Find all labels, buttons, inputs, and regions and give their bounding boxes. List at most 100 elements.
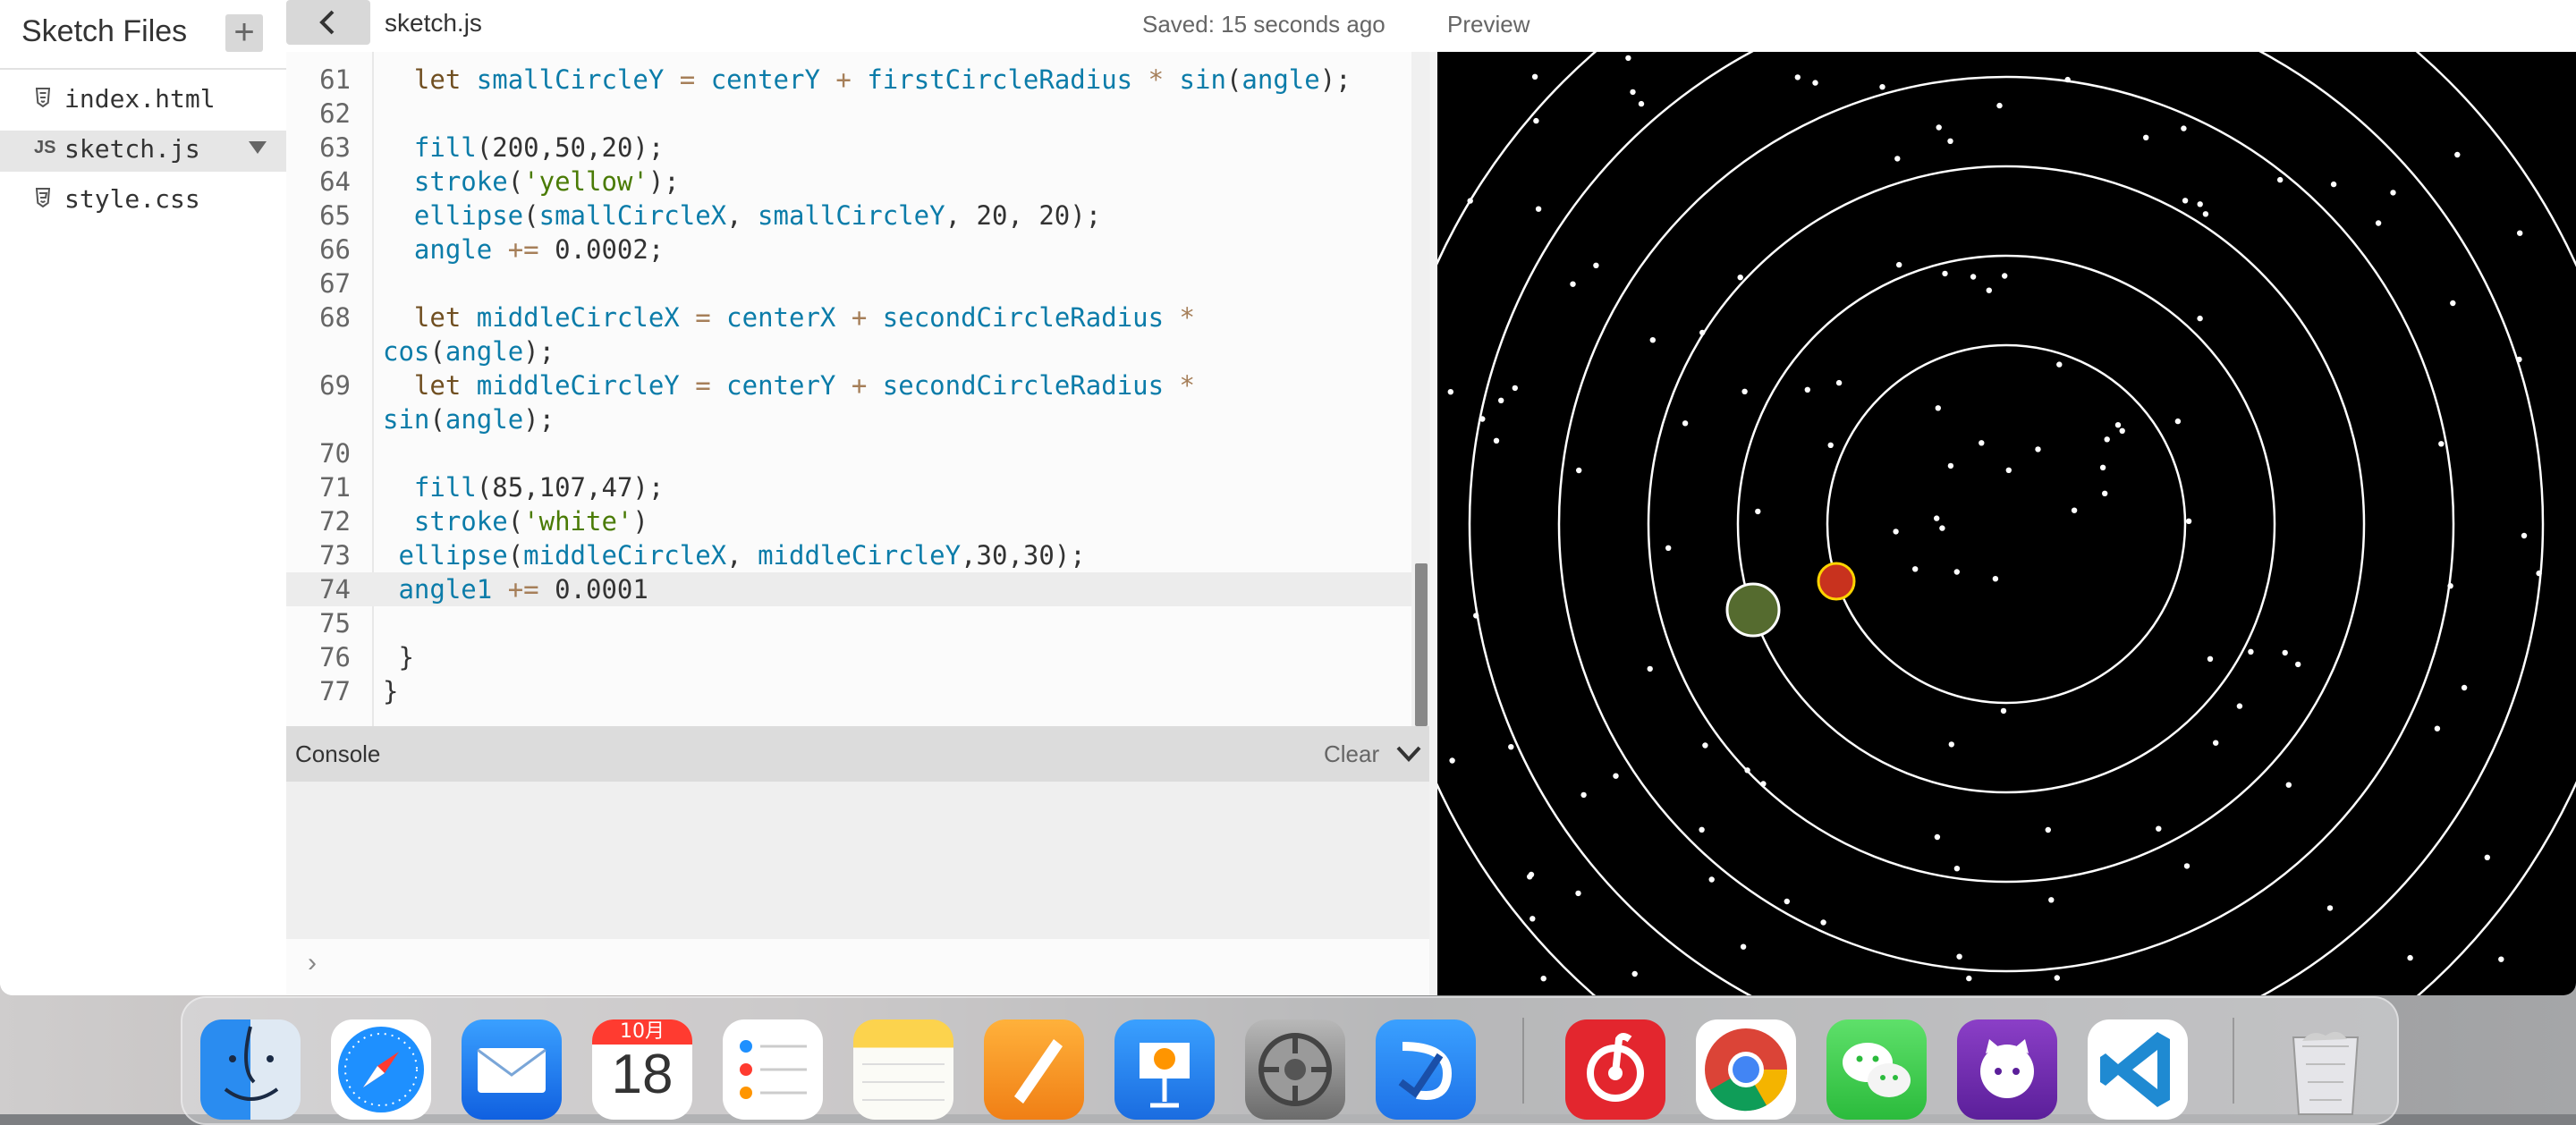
- star: [1737, 275, 1743, 281]
- code-line[interactable]: 73 ellipse(middleCircleX, middleCircleY,…: [286, 538, 1411, 572]
- orbit-ring: [1557, 75, 2455, 973]
- lark-icon[interactable]: [1376, 1019, 1476, 1120]
- star: [2330, 181, 2337, 188]
- collapse-sidebar-button[interactable]: [286, 0, 370, 45]
- reminders-icon[interactable]: [723, 1019, 823, 1120]
- line-number: 65: [319, 200, 351, 231]
- code-text: angle1 += 0.0001: [398, 574, 648, 605]
- pages-icon[interactable]: [984, 1019, 1084, 1120]
- code-line[interactable]: 70: [286, 436, 1411, 470]
- macos-dock: 10月 18: [181, 996, 2399, 1125]
- line-number: 70: [319, 438, 351, 469]
- star: [1630, 89, 1636, 96]
- code-line[interactable]: 61 let smallCircleY = centerY + firstCir…: [286, 63, 1411, 97]
- trash-icon[interactable]: [2275, 1019, 2376, 1120]
- star: [2450, 300, 2456, 307]
- red-planet: [1817, 562, 1856, 601]
- dock-separator: [2233, 1018, 2234, 1104]
- line-number: 72: [319, 506, 351, 537]
- console-clear-button[interactable]: Clear: [1324, 740, 1379, 768]
- code-text: ellipse(middleCircleX, middleCircleY,30,…: [398, 540, 1086, 571]
- code-line[interactable]: 68 let middleCircleX = centerX + secondC…: [286, 300, 1411, 334]
- line-number: 74: [319, 574, 351, 605]
- star: [1956, 953, 1962, 960]
- preview-label: Preview: [1447, 11, 1530, 38]
- file-options-dropdown-icon[interactable]: [249, 141, 267, 154]
- star: [1593, 262, 1599, 268]
- file-item-style-css[interactable]: style.css: [0, 181, 286, 222]
- add-file-button[interactable]: +: [225, 14, 263, 52]
- code-line[interactable]: cos(angle);: [286, 334, 1411, 368]
- star: [1934, 833, 1941, 841]
- star: [1508, 744, 1514, 750]
- code-line[interactable]: 63 fill(200,50,20);: [286, 131, 1411, 165]
- file-item-sketch-js[interactable]: JS sketch.js: [0, 131, 286, 172]
- code-text: sin(angle);: [383, 404, 555, 435]
- line-number: 66: [319, 234, 351, 265]
- green-planet: [1725, 582, 1781, 638]
- chevron-down-icon[interactable]: [1395, 744, 1422, 764]
- chrome-icon[interactable]: [1696, 1019, 1796, 1120]
- star: [1665, 545, 1672, 551]
- star: [1702, 742, 1708, 749]
- system-settings-icon[interactable]: [1245, 1019, 1345, 1120]
- star: [1794, 74, 1801, 80]
- star: [2277, 176, 2284, 183]
- console-output: [286, 782, 1429, 939]
- star: [1631, 970, 1638, 977]
- star: [1942, 270, 1948, 277]
- star: [1570, 281, 1576, 287]
- css3-icon: [35, 188, 51, 208]
- star: [2143, 134, 2149, 140]
- code-line[interactable]: 66 angle += 0.0002;: [286, 233, 1411, 266]
- star: [1741, 388, 1748, 394]
- code-line[interactable]: 77}: [286, 674, 1411, 708]
- code-line[interactable]: 67: [286, 266, 1411, 300]
- star: [1953, 569, 1960, 575]
- line-number: 69: [319, 370, 351, 401]
- console-input[interactable]: ›: [286, 939, 1429, 995]
- star: [1449, 757, 1455, 764]
- code-line[interactable]: 71 fill(85,107,47);: [286, 470, 1411, 504]
- code-line[interactable]: 62: [286, 97, 1411, 131]
- github-desktop-icon[interactable]: [1957, 1019, 2057, 1120]
- editor-scrollbar-thumb[interactable]: [1415, 563, 1428, 726]
- star: [1912, 566, 1919, 572]
- star: [2005, 467, 2012, 473]
- html5-icon: [35, 88, 51, 108]
- star: [1812, 80, 1818, 86]
- code-text: fill(85,107,47);: [413, 472, 665, 503]
- keynote-icon[interactable]: [1114, 1019, 1215, 1120]
- vscode-icon[interactable]: [2088, 1019, 2188, 1120]
- netease-music-icon[interactable]: [1565, 1019, 1665, 1120]
- star: [1535, 206, 1542, 212]
- code-line[interactable]: 69 let middleCircleY = centerY + secondC…: [286, 368, 1411, 402]
- code-line[interactable]: 75: [286, 606, 1411, 640]
- code-text: let middleCircleY = centerY + secondCirc…: [413, 370, 1196, 401]
- code-line[interactable]: sin(angle);: [286, 402, 1411, 436]
- code-line[interactable]: 76 }: [286, 640, 1411, 674]
- file-item-index-html[interactable]: index.html: [0, 80, 286, 122]
- code-editor[interactable]: 61 let smallCircleY = centerY + firstCir…: [286, 52, 1429, 726]
- code-line[interactable]: 74 angle1 += 0.0001: [286, 572, 1411, 606]
- pane-divider[interactable]: [1429, 52, 1437, 995]
- star: [2434, 725, 2441, 732]
- star: [2236, 703, 2243, 709]
- code-line[interactable]: 64 stroke('yellow');: [286, 165, 1411, 199]
- finder-icon[interactable]: [200, 1019, 301, 1120]
- sketch-preview-canvas[interactable]: [1437, 52, 2576, 995]
- star: [2438, 441, 2445, 447]
- safari-icon[interactable]: [331, 1019, 431, 1120]
- star: [2119, 427, 2125, 434]
- calendar-icon[interactable]: 10月 18: [592, 1019, 692, 1120]
- star: [1894, 156, 1901, 162]
- code-text: fill(200,50,20);: [413, 132, 665, 163]
- code-line[interactable]: 72 stroke('white'): [286, 504, 1411, 538]
- wechat-icon[interactable]: [1826, 1019, 1927, 1120]
- mail-icon[interactable]: [462, 1019, 562, 1120]
- notes-icon[interactable]: [853, 1019, 953, 1120]
- star: [1530, 916, 1536, 922]
- line-number: 75: [319, 608, 351, 639]
- code-line[interactable]: 65 ellipse(smallCircleX, smallCircleY, 2…: [286, 199, 1411, 233]
- orbit-rings: [1437, 52, 2576, 995]
